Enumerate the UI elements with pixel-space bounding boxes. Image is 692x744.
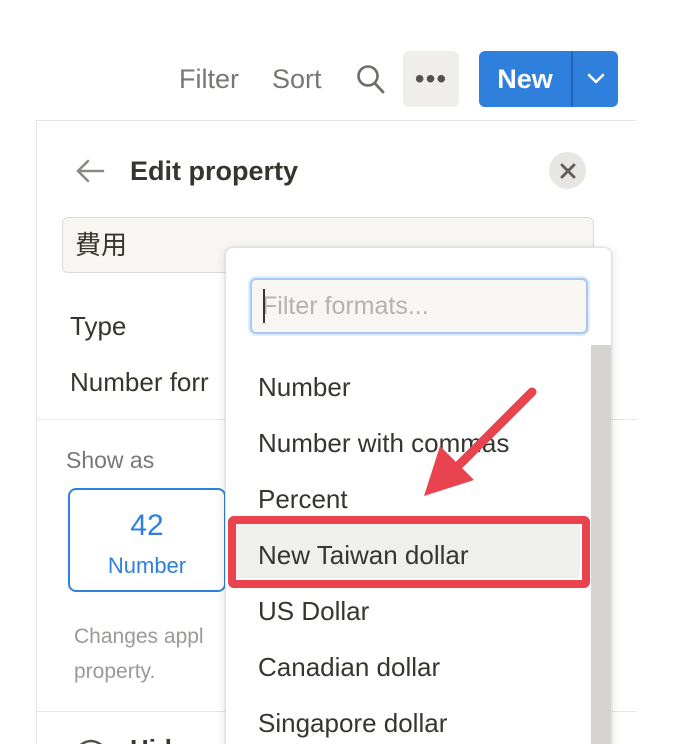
show-as-label: Show as: [66, 447, 155, 473]
filter-formats-input[interactable]: [250, 278, 588, 334]
filter-button[interactable]: Filter: [179, 62, 239, 96]
highlight-annotation-box: [228, 516, 590, 588]
more-options-button[interactable]: •••: [403, 51, 459, 107]
close-button[interactable]: [549, 152, 586, 189]
format-option-number-with-commas[interactable]: Number with commas: [258, 426, 509, 460]
format-option-number[interactable]: Number: [258, 370, 350, 404]
notion-database-view: Filter Sort ••• New Edit property 費用 Typ…: [0, 0, 692, 744]
show-as-number-value: 42: [130, 509, 164, 542]
sort-button[interactable]: Sort: [272, 62, 322, 96]
help-text: Changes appl property.: [74, 625, 204, 683]
new-button-group: New: [479, 51, 618, 107]
format-option-singapore-dollar[interactable]: Singapore dollar: [258, 706, 447, 740]
new-dropdown-button[interactable]: [573, 51, 618, 107]
panel-title: Edit property: [130, 156, 299, 186]
show-as-number-label: Number: [107, 553, 187, 578]
new-button[interactable]: New: [479, 51, 571, 107]
hidden-row-label[interactable]: Hid: [130, 734, 172, 744]
type-label[interactable]: Type: [70, 309, 126, 343]
eye-slash-icon: [74, 734, 108, 744]
number-format-dropdown: Number Number with commas Percent New Ta…: [225, 247, 612, 744]
format-option-canadian-dollar[interactable]: Canadian dollar: [258, 650, 440, 684]
more-label: •••: [414, 63, 448, 94]
show-as-number-option[interactable]: 42 Number: [68, 488, 226, 592]
arrow-left-icon[interactable]: [74, 156, 106, 186]
format-option-us-dollar[interactable]: US Dollar: [258, 594, 369, 628]
number-format-label[interactable]: Number forr: [70, 365, 209, 399]
scrollbar[interactable]: [591, 345, 611, 744]
search-icon[interactable]: [355, 62, 387, 96]
chevron-down-icon: [587, 73, 604, 84]
text-caret: [263, 289, 265, 323]
format-option-percent[interactable]: Percent: [258, 482, 348, 516]
close-icon: [560, 163, 575, 178]
